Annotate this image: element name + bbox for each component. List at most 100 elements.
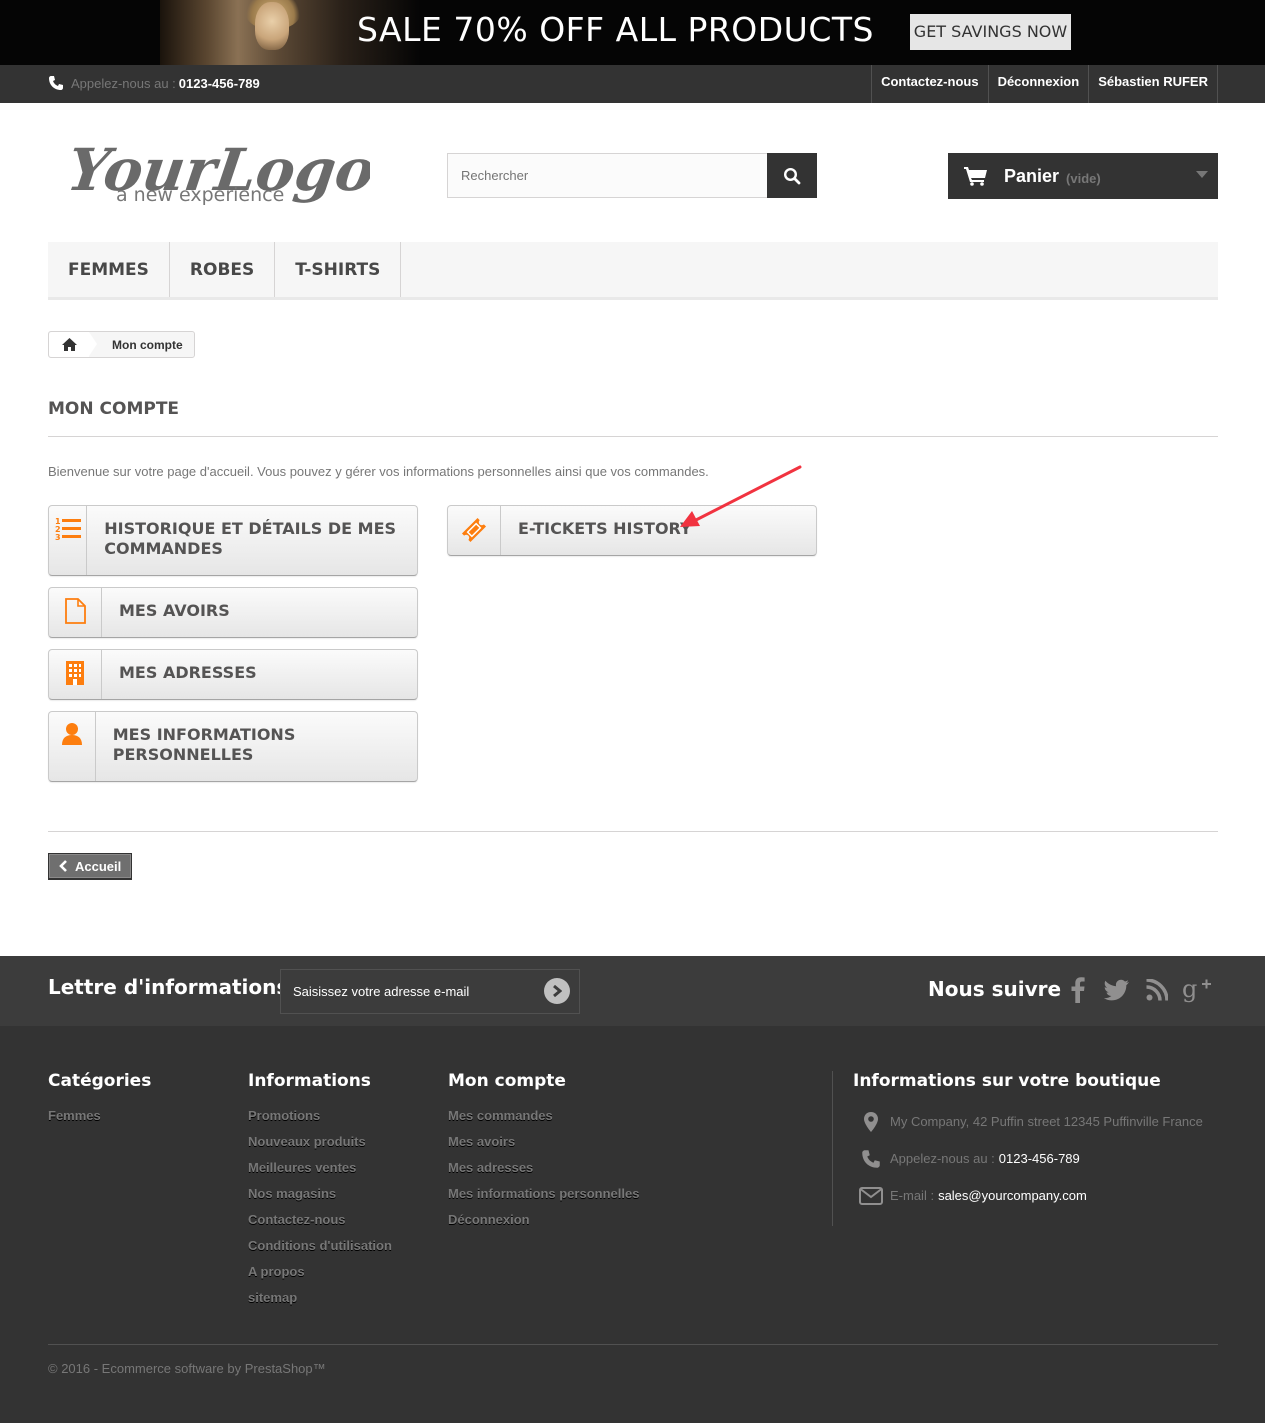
footer-informations-title: Informations bbox=[248, 1071, 371, 1091]
footer-link[interactable]: Conditions d'utilisation bbox=[248, 1233, 392, 1259]
footer-link[interactable]: Déconnexion bbox=[448, 1207, 639, 1233]
order-history-label: HISTORIQUE ET DÉTAILS DE MES COMMANDES bbox=[104, 519, 397, 558]
ticket-icon bbox=[448, 506, 501, 555]
document-icon bbox=[49, 588, 102, 637]
search-bar bbox=[447, 153, 817, 198]
search-input[interactable] bbox=[447, 153, 768, 198]
footer-divider bbox=[832, 1071, 833, 1226]
personal-info-button[interactable]: MES INFORMATIONS PERSONNELLES bbox=[48, 711, 418, 782]
store-address-text: My Company, 42 Puffin street 12345 Puffi… bbox=[890, 1114, 1203, 1129]
store-email-link[interactable]: sales@yourcompany.com bbox=[938, 1188, 1087, 1203]
newsletter-email-input[interactable] bbox=[281, 970, 541, 1013]
footer-link[interactable]: Promotions bbox=[248, 1103, 392, 1129]
footer-store-info: Informations sur votre boutique My Compa… bbox=[853, 1071, 1203, 1214]
cart-quantity: (vide) bbox=[1066, 170, 1101, 186]
newsletter-submit-button[interactable] bbox=[544, 978, 570, 1004]
footer-informations: Informations Promotions Nouveaux produit… bbox=[248, 1071, 392, 1311]
store-phone-label: Appelez-nous au : bbox=[890, 1151, 995, 1166]
building-icon bbox=[49, 650, 102, 699]
cart-icon bbox=[964, 166, 988, 186]
envelope-icon bbox=[853, 1186, 889, 1205]
credit-slips-button[interactable]: MES AVOIRS bbox=[48, 587, 418, 638]
menu-item-tshirts[interactable]: T-SHIRTS bbox=[275, 242, 402, 297]
contact-link[interactable]: Contactez-nous bbox=[871, 65, 988, 103]
page-title: MON COMPTE bbox=[48, 399, 180, 419]
search-icon bbox=[783, 167, 801, 185]
logo-line2: a new experience bbox=[116, 184, 284, 206]
twitter-icon[interactable] bbox=[1102, 975, 1132, 1005]
cart-label: Panier bbox=[1004, 165, 1060, 186]
map-marker-icon bbox=[853, 1111, 889, 1132]
search-button[interactable] bbox=[767, 153, 817, 198]
chevron-down-icon bbox=[1196, 171, 1208, 179]
breadcrumb-home[interactable] bbox=[49, 332, 97, 357]
menu-item-robes[interactable]: ROBES bbox=[170, 242, 276, 297]
store-info-title: Informations sur votre boutique bbox=[853, 1071, 1161, 1091]
top-phone: Appelez-nous au : 0123-456-789 bbox=[48, 75, 260, 91]
promo-title: SALE 70% OFF ALL PRODUCTS bbox=[357, 10, 874, 49]
google-plus-icon[interactable]: g bbox=[1182, 975, 1212, 1005]
welcome-text: Bienvenue sur votre page d'accueil. Vous… bbox=[48, 464, 709, 479]
footer-account: Mon compte Mes commandes Mes avoirs Mes … bbox=[448, 1071, 639, 1233]
footer-link[interactable]: A propos bbox=[248, 1259, 392, 1285]
logout-link[interactable]: Déconnexion bbox=[987, 65, 1089, 103]
main-menu: FEMMES ROBES T-SHIRTS bbox=[48, 242, 1218, 300]
home-icon bbox=[61, 338, 77, 351]
footer-link[interactable]: Meilleures ventes bbox=[248, 1155, 392, 1181]
breadcrumb-current: Mon compte bbox=[112, 337, 183, 352]
svg-text:g: g bbox=[1182, 977, 1197, 1003]
home-button-label: Accueil bbox=[75, 858, 122, 874]
user-icon bbox=[49, 712, 96, 781]
store-address: My Company, 42 Puffin street 12345 Puffi… bbox=[853, 1103, 1203, 1140]
breadcrumb: Mon compte bbox=[48, 331, 195, 358]
credit-slips-label: MES AVOIRS bbox=[119, 601, 230, 620]
copyright: © 2016 - Ecommerce software by PrestaSho… bbox=[48, 1361, 326, 1376]
addresses-label: MES ADRESSES bbox=[119, 663, 257, 682]
cart-button[interactable]: Panier (vide) bbox=[948, 153, 1218, 199]
get-savings-button[interactable]: GET SAVINGS NOW bbox=[910, 14, 1071, 50]
promo-model-face bbox=[255, 2, 289, 50]
divider bbox=[48, 436, 1218, 437]
footer-link[interactable]: Femmes bbox=[48, 1103, 151, 1129]
footer-link[interactable]: Mes informations personnelles bbox=[448, 1181, 639, 1207]
facebook-icon[interactable] bbox=[1063, 975, 1093, 1005]
footer-link[interactable]: Mes avoirs bbox=[448, 1129, 639, 1155]
footer-link[interactable]: Contactez-nous bbox=[248, 1207, 392, 1233]
social-title: Nous suivre bbox=[928, 977, 1062, 1001]
footer-categories: Catégories Femmes bbox=[48, 1071, 151, 1129]
footer-categories-title: Catégories bbox=[48, 1071, 152, 1091]
footer-link[interactable]: Mes commandes bbox=[448, 1103, 639, 1129]
store-email: E-mail : sales@yourcompany.com bbox=[853, 1177, 1203, 1214]
top-nav-links: Contactez-nous Déconnexion Sébastien RUF… bbox=[871, 65, 1218, 103]
newsletter-title: Lettre d'informations bbox=[48, 975, 289, 999]
chevron-left-icon bbox=[59, 860, 75, 872]
store-logo[interactable]: YourLogo a new experience bbox=[70, 120, 370, 215]
chevron-right-icon bbox=[552, 985, 562, 997]
personal-info-label: MES INFORMATIONS PERSONNELLES bbox=[112, 725, 296, 764]
home-button[interactable]: Accueil bbox=[48, 853, 132, 880]
ordered-list-icon: 1 2 3 bbox=[49, 506, 88, 575]
user-account-link[interactable]: Sébastien RUFER bbox=[1088, 65, 1218, 103]
phone-icon bbox=[853, 1149, 889, 1169]
rss-icon[interactable] bbox=[1142, 975, 1172, 1005]
order-history-button[interactable]: 1 2 3 HISTORIQUE ET DÉTAILS DE MES COMMA… bbox=[48, 505, 418, 576]
svg-text:3: 3 bbox=[55, 533, 61, 542]
top-phone-number: 0123-456-789 bbox=[178, 75, 260, 91]
footer-link[interactable]: Nouveaux produits bbox=[248, 1129, 392, 1155]
divider bbox=[48, 831, 1218, 832]
footer-divider bbox=[48, 1344, 1218, 1345]
store-phone-number: 0123-456-789 bbox=[998, 1151, 1080, 1166]
footer-link[interactable]: Mes adresses bbox=[448, 1155, 639, 1181]
phone-icon bbox=[48, 75, 64, 91]
footer-account-title: Mon compte bbox=[448, 1071, 566, 1091]
footer-link[interactable]: Nos magasins bbox=[248, 1181, 392, 1207]
store-phone: Appelez-nous au : 0123-456-789 bbox=[853, 1140, 1203, 1177]
promo-banner[interactable]: SALE 70% OFF ALL PRODUCTS GET SAVINGS NO… bbox=[0, 0, 1265, 65]
annotation-arrow-icon bbox=[680, 465, 802, 527]
addresses-button[interactable]: MES ADRESSES bbox=[48, 649, 418, 700]
footer-link[interactable]: sitemap bbox=[248, 1285, 392, 1311]
top-nav: Appelez-nous au : 0123-456-789 Contactez… bbox=[0, 65, 1265, 103]
top-phone-label: Appelez-nous au : bbox=[71, 75, 176, 91]
menu-item-femmes[interactable]: FEMMES bbox=[48, 242, 170, 297]
newsletter-form bbox=[280, 969, 580, 1014]
